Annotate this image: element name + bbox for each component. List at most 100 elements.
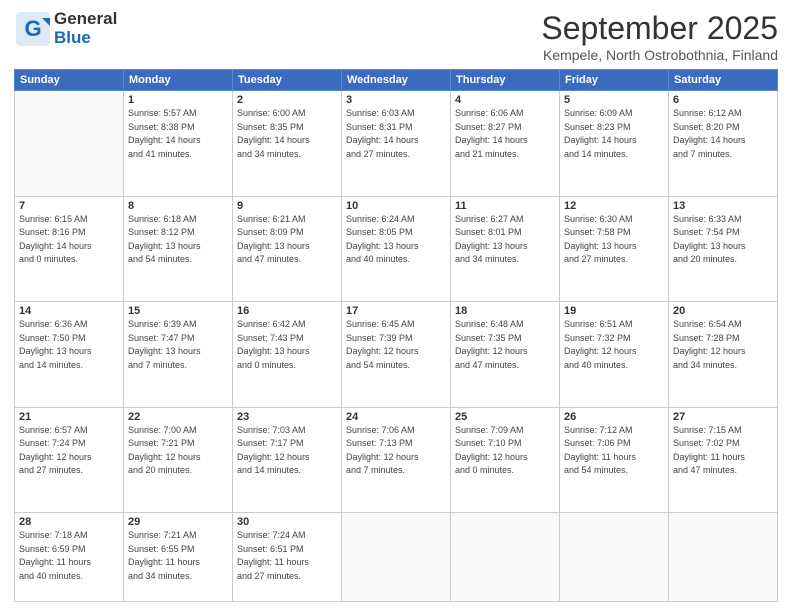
location: Kempele, North Ostrobothnia, Finland <box>541 47 778 63</box>
table-row: 4Sunrise: 6:06 AM Sunset: 8:27 PM Daylig… <box>451 91 560 197</box>
day-info: Sunrise: 6:15 AM Sunset: 8:16 PM Dayligh… <box>19 213 119 267</box>
day-number: 21 <box>19 411 119 423</box>
table-row: 1Sunrise: 5:57 AM Sunset: 8:38 PM Daylig… <box>124 91 233 197</box>
table-row: 24Sunrise: 7:06 AM Sunset: 7:13 PM Dayli… <box>342 407 451 513</box>
day-info: Sunrise: 6:03 AM Sunset: 8:31 PM Dayligh… <box>346 107 446 161</box>
day-info: Sunrise: 6:33 AM Sunset: 7:54 PM Dayligh… <box>673 213 773 267</box>
day-info: Sunrise: 7:18 AM Sunset: 6:59 PM Dayligh… <box>19 529 119 583</box>
table-row <box>669 513 778 602</box>
day-info: Sunrise: 6:54 AM Sunset: 7:28 PM Dayligh… <box>673 318 773 372</box>
day-info: Sunrise: 6:42 AM Sunset: 7:43 PM Dayligh… <box>237 318 337 372</box>
calendar-table: Sunday Monday Tuesday Wednesday Thursday… <box>14 69 778 602</box>
day-info: Sunrise: 7:03 AM Sunset: 7:17 PM Dayligh… <box>237 424 337 478</box>
day-number: 13 <box>673 200 773 212</box>
table-row: 28Sunrise: 7:18 AM Sunset: 6:59 PM Dayli… <box>15 513 124 602</box>
table-row: 16Sunrise: 6:42 AM Sunset: 7:43 PM Dayli… <box>233 302 342 408</box>
day-number: 24 <box>346 411 446 423</box>
day-info: Sunrise: 6:06 AM Sunset: 8:27 PM Dayligh… <box>455 107 555 161</box>
page: G General Blue September 2025 Kempele, N… <box>0 0 792 612</box>
day-info: Sunrise: 7:12 AM Sunset: 7:06 PM Dayligh… <box>564 424 664 478</box>
day-info: Sunrise: 6:48 AM Sunset: 7:35 PM Dayligh… <box>455 318 555 372</box>
table-row: 7Sunrise: 6:15 AM Sunset: 8:16 PM Daylig… <box>15 196 124 302</box>
table-row: 6Sunrise: 6:12 AM Sunset: 8:20 PM Daylig… <box>669 91 778 197</box>
day-info: Sunrise: 6:57 AM Sunset: 7:24 PM Dayligh… <box>19 424 119 478</box>
table-row: 29Sunrise: 7:21 AM Sunset: 6:55 PM Dayli… <box>124 513 233 602</box>
day-number: 11 <box>455 200 555 212</box>
day-info: Sunrise: 7:21 AM Sunset: 6:55 PM Dayligh… <box>128 529 228 583</box>
day-number: 6 <box>673 94 773 106</box>
day-number: 26 <box>564 411 664 423</box>
day-number: 16 <box>237 305 337 317</box>
day-number: 30 <box>237 516 337 528</box>
day-info: Sunrise: 6:00 AM Sunset: 8:35 PM Dayligh… <box>237 107 337 161</box>
table-row <box>451 513 560 602</box>
day-info: Sunrise: 6:18 AM Sunset: 8:12 PM Dayligh… <box>128 213 228 267</box>
svg-text:G: G <box>24 16 41 41</box>
day-number: 10 <box>346 200 446 212</box>
day-number: 12 <box>564 200 664 212</box>
table-row: 30Sunrise: 7:24 AM Sunset: 6:51 PM Dayli… <box>233 513 342 602</box>
day-number: 9 <box>237 200 337 212</box>
day-number: 15 <box>128 305 228 317</box>
table-row: 3Sunrise: 6:03 AM Sunset: 8:31 PM Daylig… <box>342 91 451 197</box>
month-title: September 2025 <box>541 10 778 47</box>
col-wednesday: Wednesday <box>342 70 451 91</box>
calendar-header-row: Sunday Monday Tuesday Wednesday Thursday… <box>15 70 778 91</box>
day-number: 19 <box>564 305 664 317</box>
logo-general: General <box>54 9 117 28</box>
day-info: Sunrise: 7:06 AM Sunset: 7:13 PM Dayligh… <box>346 424 446 478</box>
day-info: Sunrise: 7:24 AM Sunset: 6:51 PM Dayligh… <box>237 529 337 583</box>
table-row: 22Sunrise: 7:00 AM Sunset: 7:21 PM Dayli… <box>124 407 233 513</box>
day-info: Sunrise: 7:00 AM Sunset: 7:21 PM Dayligh… <box>128 424 228 478</box>
table-row: 14Sunrise: 6:36 AM Sunset: 7:50 PM Dayli… <box>15 302 124 408</box>
day-info: Sunrise: 7:09 AM Sunset: 7:10 PM Dayligh… <box>455 424 555 478</box>
table-row: 20Sunrise: 6:54 AM Sunset: 7:28 PM Dayli… <box>669 302 778 408</box>
col-sunday: Sunday <box>15 70 124 91</box>
day-info: Sunrise: 6:36 AM Sunset: 7:50 PM Dayligh… <box>19 318 119 372</box>
table-row: 8Sunrise: 6:18 AM Sunset: 8:12 PM Daylig… <box>124 196 233 302</box>
day-info: Sunrise: 6:12 AM Sunset: 8:20 PM Dayligh… <box>673 107 773 161</box>
logo-blue: Blue <box>54 28 91 47</box>
table-row <box>560 513 669 602</box>
day-number: 7 <box>19 200 119 212</box>
day-info: Sunrise: 6:24 AM Sunset: 8:05 PM Dayligh… <box>346 213 446 267</box>
table-row: 10Sunrise: 6:24 AM Sunset: 8:05 PM Dayli… <box>342 196 451 302</box>
table-row: 19Sunrise: 6:51 AM Sunset: 7:32 PM Dayli… <box>560 302 669 408</box>
day-info: Sunrise: 6:30 AM Sunset: 7:58 PM Dayligh… <box>564 213 664 267</box>
table-row: 17Sunrise: 6:45 AM Sunset: 7:39 PM Dayli… <box>342 302 451 408</box>
day-info: Sunrise: 7:15 AM Sunset: 7:02 PM Dayligh… <box>673 424 773 478</box>
day-number: 22 <box>128 411 228 423</box>
day-number: 5 <box>564 94 664 106</box>
col-tuesday: Tuesday <box>233 70 342 91</box>
col-monday: Monday <box>124 70 233 91</box>
table-row: 21Sunrise: 6:57 AM Sunset: 7:24 PM Dayli… <box>15 407 124 513</box>
table-row: 18Sunrise: 6:48 AM Sunset: 7:35 PM Dayli… <box>451 302 560 408</box>
day-info: Sunrise: 6:39 AM Sunset: 7:47 PM Dayligh… <box>128 318 228 372</box>
table-row: 5Sunrise: 6:09 AM Sunset: 8:23 PM Daylig… <box>560 91 669 197</box>
day-number: 29 <box>128 516 228 528</box>
day-info: Sunrise: 5:57 AM Sunset: 8:38 PM Dayligh… <box>128 107 228 161</box>
day-number: 23 <box>237 411 337 423</box>
table-row: 23Sunrise: 7:03 AM Sunset: 7:17 PM Dayli… <box>233 407 342 513</box>
day-info: Sunrise: 6:21 AM Sunset: 8:09 PM Dayligh… <box>237 213 337 267</box>
title-block: September 2025 Kempele, North Ostrobothn… <box>541 10 778 63</box>
header: G General Blue September 2025 Kempele, N… <box>14 10 778 63</box>
day-number: 28 <box>19 516 119 528</box>
logo: G General Blue <box>14 10 117 48</box>
day-number: 2 <box>237 94 337 106</box>
day-number: 27 <box>673 411 773 423</box>
day-number: 18 <box>455 305 555 317</box>
table-row: 27Sunrise: 7:15 AM Sunset: 7:02 PM Dayli… <box>669 407 778 513</box>
col-thursday: Thursday <box>451 70 560 91</box>
day-number: 14 <box>19 305 119 317</box>
table-row <box>15 91 124 197</box>
day-number: 17 <box>346 305 446 317</box>
table-row: 15Sunrise: 6:39 AM Sunset: 7:47 PM Dayli… <box>124 302 233 408</box>
day-number: 20 <box>673 305 773 317</box>
day-number: 4 <box>455 94 555 106</box>
table-row: 2Sunrise: 6:00 AM Sunset: 8:35 PM Daylig… <box>233 91 342 197</box>
table-row: 12Sunrise: 6:30 AM Sunset: 7:58 PM Dayli… <box>560 196 669 302</box>
table-row: 25Sunrise: 7:09 AM Sunset: 7:10 PM Dayli… <box>451 407 560 513</box>
day-number: 3 <box>346 94 446 106</box>
col-friday: Friday <box>560 70 669 91</box>
